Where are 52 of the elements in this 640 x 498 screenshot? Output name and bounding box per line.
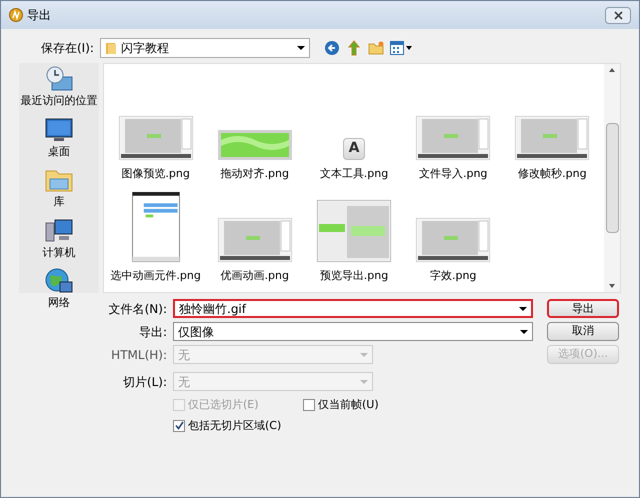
- caret-icon: [296, 46, 305, 50]
- view-menu-button[interactable]: [390, 41, 412, 55]
- close-icon: [614, 10, 622, 20]
- scroll-thumb[interactable]: [606, 123, 618, 233]
- new-folder-icon[interactable]: [368, 40, 384, 56]
- dialog-button[interactable]: 取消: [547, 322, 619, 341]
- clock-icon: [44, 65, 74, 93]
- place-item[interactable]: 计算机: [42, 216, 76, 261]
- grid-view-icon: [390, 41, 404, 55]
- place-item[interactable]: 最近访问的位置: [20, 65, 98, 110]
- file-item[interactable]: 预览导出.png: [304, 192, 404, 284]
- checkmark-icon: [174, 421, 184, 430]
- file-item[interactable]: 字效.png: [404, 192, 503, 284]
- computer-icon: [44, 216, 74, 244]
- caret-icon: [360, 352, 368, 356]
- file-item[interactable]: 修改帧秒.png: [502, 90, 602, 182]
- scroll-up-icon: [609, 68, 615, 72]
- export-label: 导出:: [138, 324, 167, 340]
- export-select[interactable]: 仅图像: [173, 322, 533, 341]
- save-in-label: 保存在(I):: [41, 40, 94, 57]
- caret-icon: [519, 306, 527, 310]
- html-label: HTML(H):: [110, 346, 167, 364]
- scroll-down-icon: [609, 284, 615, 288]
- slices-label: 切片(L):: [122, 374, 167, 390]
- folder-icon: [104, 42, 117, 54]
- window-title: 导出: [27, 7, 51, 24]
- file-item[interactable]: 选中动画元件.png: [106, 192, 206, 284]
- file-item[interactable]: 优画动画.png: [205, 192, 304, 284]
- caret-icon: [406, 46, 412, 50]
- globe-icon: [44, 267, 74, 295]
- text-file-icon: A: [342, 138, 365, 160]
- file-name-label: 文件名(N):: [108, 300, 167, 318]
- dialog-button[interactable]: 导出: [547, 299, 619, 318]
- caret-icon: [520, 330, 528, 334]
- up-arrow-icon[interactable]: [346, 40, 362, 56]
- file-item[interactable]: A 文本工具.png: [304, 90, 404, 182]
- scrollbar[interactable]: [604, 64, 620, 292]
- file-item[interactable]: 文件导入.png: [404, 90, 503, 182]
- place-item[interactable]: 库: [44, 166, 74, 210]
- checkbox[interactable]: 仅当前帧(U): [303, 397, 533, 414]
- monitor-icon: [44, 116, 74, 144]
- file-item[interactable]: 拖动对齐.png: [205, 90, 304, 182]
- place-item[interactable]: 桌面: [44, 116, 74, 160]
- place-item[interactable]: 网络: [44, 267, 74, 312]
- app-logo-icon: [9, 8, 23, 22]
- file-name-field[interactable]: 独怜幽竹.gif: [173, 299, 533, 318]
- save-in-select[interactable]: 闪字教程: [100, 38, 310, 58]
- close-button[interactable]: [605, 6, 631, 24]
- save-in-value: 闪字教程: [120, 40, 170, 57]
- checkbox[interactable]: 包括无切片区域(C): [173, 418, 303, 434]
- caret-icon: [360, 380, 368, 384]
- file-item[interactable]: 图像预览.png: [106, 90, 206, 182]
